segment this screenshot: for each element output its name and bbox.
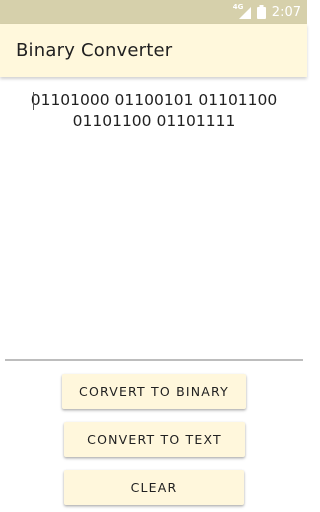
- app-title: Binary Converter: [16, 40, 173, 61]
- binary-output-field[interactable]: 01101000 01100101 01101100 01101100 0110…: [28, 90, 280, 132]
- convert-to-binary-button[interactable]: CORVERT TO BINARY: [62, 374, 246, 409]
- signal-icon: 4G: [233, 3, 251, 19]
- text-caret: [33, 92, 34, 110]
- battery-icon: [256, 5, 266, 19]
- app-bar: Binary Converter: [0, 24, 307, 77]
- status-time: 2:07: [271, 4, 301, 20]
- status-bar: 4G 2:07: [0, 0, 307, 24]
- convert-to-text-button[interactable]: CONVERT TO TEXT: [64, 422, 245, 457]
- binary-output-text: 01101000 01100101 01101100 01101100 0110…: [30, 91, 278, 130]
- clear-button[interactable]: CLEAR: [64, 470, 244, 505]
- divider: [5, 359, 303, 361]
